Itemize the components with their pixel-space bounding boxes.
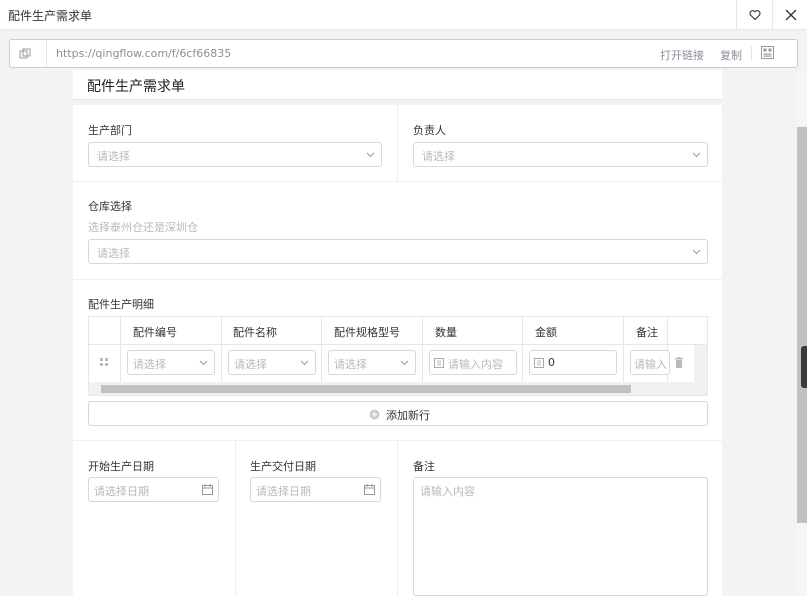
table-vscrollbar[interactable] [694, 345, 707, 383]
copy-button[interactable]: 复制 [720, 47, 742, 63]
col-divider [120, 317, 121, 383]
side-widget[interactable] [801, 346, 807, 388]
header-cell: 金额 [535, 326, 557, 339]
number-icon [434, 358, 444, 368]
share-link-bar: https://qingflow.com/f/6cf66835 打开链接 复制 [9, 39, 798, 68]
header-cell: 备注 [636, 326, 658, 339]
divider [235, 440, 236, 596]
favorite-button[interactable] [736, 0, 772, 30]
calendar-icon [364, 484, 375, 495]
close-icon [785, 9, 796, 21]
col-divider [623, 317, 624, 383]
chevron-down-icon [400, 360, 409, 366]
heart-icon [748, 10, 761, 21]
chevron-down-icon [692, 152, 701, 158]
window-title: 配件生产需求单 [8, 9, 93, 23]
divider [46, 40, 47, 67]
trash-icon[interactable] [674, 357, 684, 369]
warehouse-hint: 选择泰州仓还是深圳仓 [88, 221, 198, 234]
remark-input[interactable]: 请输入 [630, 350, 670, 375]
warehouse-placeholder: 请选择 [97, 247, 130, 260]
spec-placeholder: 请选择 [334, 358, 367, 371]
amount-input[interactable]: 0 [529, 350, 617, 375]
form-body: 生产部门 请选择 负责人 请选择 仓库选择 选择泰州仓还是深圳仓 请选择 配件生… [73, 105, 722, 596]
header-cell: 配件编号 [133, 326, 177, 339]
number-icon [534, 358, 544, 368]
amount-value: 0 [548, 356, 555, 369]
close-button[interactable] [772, 0, 807, 30]
share-url[interactable]: https://qingflow.com/f/6cf66835 [56, 47, 231, 60]
part-name-select[interactable]: 请选择 [228, 350, 316, 375]
divider [751, 46, 752, 61]
dept-placeholder: 请选择 [97, 150, 130, 163]
divider [397, 105, 398, 182]
header-cell: 配件名称 [233, 326, 277, 339]
dept-label: 生产部门 [88, 124, 132, 137]
warehouse-select[interactable]: 请选择 [88, 239, 708, 264]
open-link-button[interactable]: 打开链接 [660, 47, 704, 63]
delivery-date-picker[interactable]: 请选择日期 [250, 477, 381, 502]
part-name-placeholder: 请选择 [234, 358, 267, 371]
add-row-label: 添加新行 [386, 409, 430, 422]
delivery-date-label: 生产交付日期 [250, 460, 316, 473]
part-no-select[interactable]: 请选择 [127, 350, 215, 375]
qty-input[interactable]: 请输入内容 [429, 350, 517, 375]
remark-textarea-placeholder: 请输入内容 [420, 485, 475, 498]
remark-label: 备注 [413, 460, 435, 473]
detail-table: 配件编号 配件名称 配件规格型号 数量 金额 备注 请选择 请选择 请选择 请输… [88, 316, 708, 396]
start-date-placeholder: 请选择日期 [94, 485, 149, 498]
chevron-down-icon [199, 360, 208, 366]
form-header: 配件生产需求单 [73, 70, 722, 100]
spec-select[interactable]: 请选择 [328, 350, 416, 375]
remark-textarea[interactable]: 请输入内容 [413, 477, 708, 596]
owner-placeholder: 请选择 [422, 150, 455, 163]
start-date-picker[interactable]: 请选择日期 [88, 477, 219, 502]
warehouse-label: 仓库选择 [88, 200, 132, 213]
chevron-down-icon [366, 152, 375, 158]
dept-select[interactable]: 请选择 [88, 142, 382, 167]
chevron-down-icon [300, 360, 309, 366]
divider [397, 440, 398, 596]
calendar-icon [202, 484, 213, 495]
table-hscroll-thumb[interactable] [101, 385, 631, 393]
divider [73, 279, 722, 280]
page-scrollbar-thumb[interactable] [797, 127, 807, 523]
link-copy-icon [19, 48, 31, 59]
owner-select[interactable]: 请选择 [413, 142, 708, 167]
col-divider [321, 317, 322, 383]
detail-label: 配件生产明细 [88, 298, 154, 311]
col-divider [221, 317, 222, 383]
drag-handle-icon[interactable] [99, 357, 109, 367]
table-hscrollbar[interactable] [89, 382, 707, 395]
delivery-date-placeholder: 请选择日期 [256, 485, 311, 498]
qrcode-icon[interactable] [761, 46, 774, 59]
add-row-button[interactable]: 添加新行 [88, 401, 708, 426]
qty-placeholder: 请输入内容 [448, 358, 503, 371]
header-cell: 配件规格型号 [334, 326, 400, 339]
form-title: 配件生产需求单 [87, 79, 185, 95]
remark-placeholder: 请输入 [634, 358, 667, 371]
part-no-placeholder: 请选择 [133, 358, 166, 371]
col-divider [522, 317, 523, 383]
col-divider [422, 317, 423, 383]
chevron-down-icon [692, 249, 701, 255]
start-date-label: 开始生产日期 [88, 460, 154, 473]
window-titlebar: 配件生产需求单 [0, 0, 807, 30]
owner-label: 负责人 [413, 124, 446, 137]
plus-circle-icon [369, 409, 380, 420]
divider [73, 181, 722, 182]
header-cell: 数量 [435, 326, 457, 339]
